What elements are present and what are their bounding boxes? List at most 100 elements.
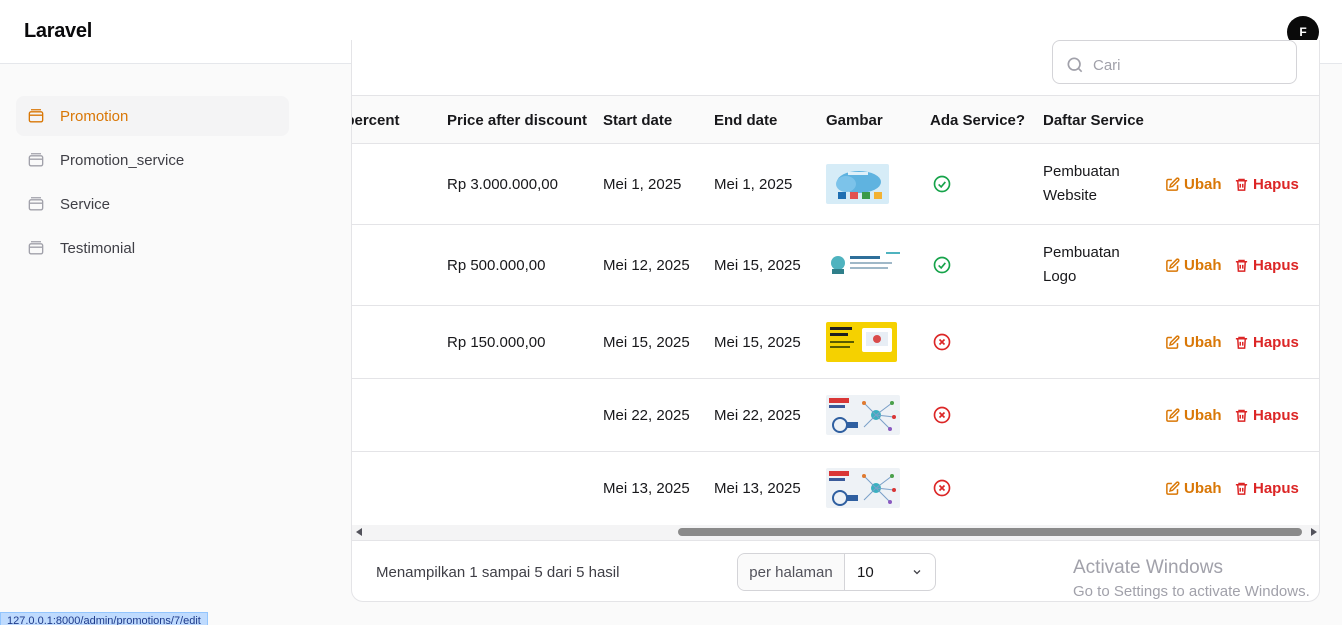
edit-button[interactable]: Ubah [1165, 334, 1222, 351]
stack-icon [26, 106, 46, 126]
chevron-down-icon [913, 570, 921, 575]
end-date-cell: Mei 13, 2025 [714, 480, 801, 497]
sidebar-item-testimonial[interactable]: Testimonial [16, 228, 289, 268]
table-row[interactable]: Mei 22, 2025 Mei 22, 2025 Ubah Hapus [352, 379, 1319, 452]
watermark-title: Activate Windows [1073, 557, 1223, 578]
edit-label: Ubah [1184, 480, 1222, 497]
table-row[interactable]: Rp 500.000,00 Mei 12, 2025 Mei 15, 2025 … [352, 225, 1319, 306]
edit-icon [1166, 177, 1180, 191]
check-circle-icon [933, 175, 951, 193]
brand-logo[interactable]: Laravel [24, 20, 92, 43]
edit-button[interactable]: Ubah [1165, 407, 1222, 424]
end-date-cell: Mei 1, 2025 [714, 176, 793, 193]
delete-button[interactable]: Hapus [1234, 480, 1299, 497]
web-service-image [826, 164, 889, 204]
edit-icon [1166, 481, 1180, 495]
end-date-cell: Mei 22, 2025 [714, 407, 801, 424]
start-date-cell: Mei 12, 2025 [603, 257, 690, 274]
x-circle-icon [933, 406, 951, 424]
edit-icon [1166, 258, 1180, 272]
watermark-subtitle: Go to Settings to activate Windows. [1073, 583, 1310, 600]
yellow-promo-image [826, 322, 897, 362]
column-header-end-date[interactable]: End date [714, 112, 777, 129]
delete-label: Hapus [1253, 176, 1299, 193]
per-page-label: per halaman [738, 554, 845, 590]
sidebar-item-promotion-service[interactable]: Promotion_service [16, 140, 289, 180]
horizontal-scrollbar[interactable] [352, 525, 1319, 540]
price-cell: Rp 3.000.000,00 [447, 176, 558, 193]
per-page-select[interactable]: per halaman 10 [737, 553, 936, 591]
start-date-cell: Mei 13, 2025 [603, 480, 690, 497]
column-header-start-date[interactable]: Start date [603, 112, 672, 129]
column-header-ada-service[interactable]: Ada Service? [930, 112, 1025, 129]
delete-label: Hapus [1253, 334, 1299, 351]
delete-button[interactable]: Hapus [1234, 407, 1299, 424]
table-row[interactable]: Rp 3.000.000,00 Mei 1, 2025 Mei 1, 2025 … [352, 144, 1319, 225]
sidebar-item-label: Testimonial [60, 239, 136, 257]
edit-icon [1166, 335, 1180, 349]
delete-label: Hapus [1253, 257, 1299, 274]
scroll-right-arrow-icon[interactable] [1311, 528, 1317, 536]
x-circle-icon [933, 479, 951, 497]
data-table: Discount percent Price after discount St… [352, 95, 1319, 525]
price-cell: Rp 500.000,00 [447, 257, 546, 274]
table-panel: Discount percent Price after discount St… [351, 40, 1320, 602]
check-circle-icon [933, 256, 951, 274]
end-date-cell: Mei 15, 2025 [714, 334, 801, 351]
delete-button[interactable]: Hapus [1234, 334, 1299, 351]
stack-icon [26, 194, 46, 214]
per-page-dropdown[interactable]: 10 [845, 554, 935, 590]
column-header-gambar: Gambar [826, 112, 883, 129]
scrollbar-thumb[interactable] [678, 528, 1302, 536]
edit-icon [1166, 408, 1180, 422]
edit-button[interactable]: Ubah [1165, 176, 1222, 193]
search-icon [1067, 57, 1083, 73]
delete-button[interactable]: Hapus [1234, 176, 1299, 193]
start-date-cell: Mei 1, 2025 [603, 176, 682, 193]
sidebar-item-label: Promotion [60, 107, 129, 125]
service-name-cell: Pembuatan Website [1043, 163, 1120, 204]
column-header-price-after-discount[interactable]: Price after discount [447, 112, 587, 129]
per-page-value: 10 [857, 563, 874, 581]
sidebar: Promotion Promotion_service Service Test… [0, 65, 304, 625]
search-input[interactable] [1093, 55, 1283, 75]
seo-services-image [826, 468, 900, 508]
delete-button[interactable]: Hapus [1234, 257, 1299, 274]
trash-icon [1235, 482, 1248, 495]
trash-icon [1235, 259, 1248, 272]
seo-services-image [826, 395, 900, 435]
sidebar-item-label: Promotion_service [60, 151, 185, 169]
delete-label: Hapus [1253, 480, 1299, 497]
edit-label: Ubah [1184, 334, 1222, 351]
sidebar-item-service[interactable]: Service [16, 184, 289, 224]
edit-label: Ubah [1184, 257, 1222, 274]
table-row[interactable]: Mei 13, 2025 Mei 13, 2025 Ubah Hapus [352, 452, 1319, 525]
pagination-summary: Menampilkan 1 sampai 5 dari 5 hasil [376, 564, 620, 581]
trash-icon [1235, 178, 1248, 191]
service-name-cell: Pembuatan Logo [1043, 244, 1120, 285]
x-circle-icon [933, 333, 951, 351]
price-cell: Rp 150.000,00 [447, 334, 546, 351]
column-header-daftar-service: Daftar Service [1043, 112, 1144, 129]
edit-label: Ubah [1184, 176, 1222, 193]
sidebar-item-promotion[interactable]: Promotion [16, 96, 289, 136]
delete-label: Hapus [1253, 407, 1299, 424]
stack-icon [26, 238, 46, 258]
trash-icon [1235, 336, 1248, 349]
search-box[interactable] [1052, 40, 1297, 84]
start-date-cell: Mei 15, 2025 [603, 334, 690, 351]
edit-button[interactable]: Ubah [1165, 257, 1222, 274]
end-date-cell: Mei 15, 2025 [714, 257, 801, 274]
scroll-left-arrow-icon[interactable] [356, 528, 362, 536]
edit-button[interactable]: Ubah [1165, 480, 1222, 497]
windows-activation-watermark: Activate Windows Go to Settings to activ… [1073, 557, 1310, 600]
stack-icon [26, 150, 46, 170]
start-date-cell: Mei 22, 2025 [603, 407, 690, 424]
sidebar-item-label: Service [60, 195, 111, 213]
table-row[interactable]: Rp 150.000,00 Mei 15, 2025 Mei 15, 2025 … [352, 306, 1319, 379]
column-header-discount-percent[interactable]: Discount percent [352, 112, 400, 129]
browser-status-url: 127.0.0.1:8000/admin/promotions/7/edit [0, 612, 208, 625]
edit-label: Ubah [1184, 407, 1222, 424]
logo-service-image [826, 248, 904, 278]
trash-icon [1235, 409, 1248, 422]
